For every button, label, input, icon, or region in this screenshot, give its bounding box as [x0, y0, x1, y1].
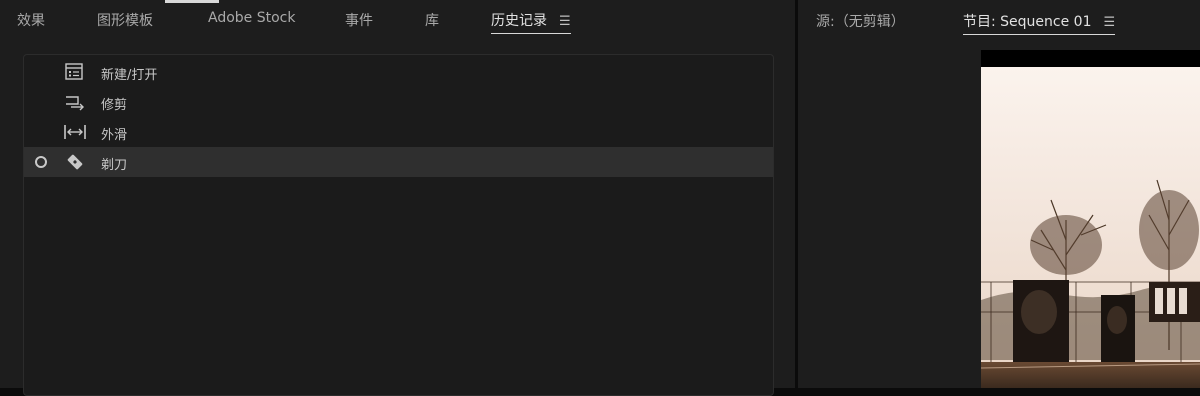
tab-libraries[interactable]: 库 — [425, 10, 439, 33]
tab-graphics-templates[interactable]: 图形模板 — [97, 10, 153, 33]
tab-effects[interactable]: 效果 — [17, 10, 45, 33]
tab-history[interactable]: 历史记录 ☰ — [491, 10, 571, 34]
history-item-label: 修剪 — [101, 98, 128, 113]
history-item-label: 外滑 — [101, 128, 128, 143]
tab-events[interactable]: 事件 — [345, 10, 373, 33]
program-panel-menu-icon[interactable]: ☰ — [1104, 15, 1116, 30]
history-item-slip[interactable]: 外滑 — [24, 117, 773, 147]
current-state-marker — [35, 156, 47, 168]
tab-program-label: 节目: Sequence 01 — [963, 14, 1092, 30]
trim-icon — [63, 93, 87, 111]
history-item-new-open[interactable]: 新建/打开 — [24, 57, 773, 87]
history-item-label: 剃刀 — [101, 158, 128, 173]
tab-program-monitor[interactable]: 节目: Sequence 01 ☰ — [963, 11, 1116, 35]
history-item-trim[interactable]: 修剪 — [24, 87, 773, 117]
slip-icon — [63, 123, 87, 141]
history-item-label: 新建/打开 — [101, 68, 158, 83]
history-panel-group: 效果 图形模板 Adobe Stock 事件 库 历史记录 ☰ 新建/打开 修剪… — [0, 0, 795, 396]
panel-menu-icon[interactable]: ☰ — [559, 14, 571, 29]
left-tab-bar: 效果 图形模板 Adobe Stock 事件 库 历史记录 ☰ — [0, 3, 795, 37]
monitor-panel-group: 源:（无剪辑） 节目: Sequence 01 ☰ — [798, 0, 1200, 388]
new-open-icon — [63, 63, 87, 81]
history-list: 新建/打开 修剪 外滑 剃刀 — [23, 54, 774, 396]
tab-history-label: 历史记录 — [491, 13, 547, 29]
history-item-razor[interactable]: 剃刀 — [24, 147, 773, 177]
razor-icon — [63, 153, 87, 171]
tab-adobe-stock[interactable]: Adobe Stock — [208, 10, 295, 29]
tab-source-monitor[interactable]: 源:（无剪辑） — [816, 11, 905, 34]
program-monitor-video[interactable] — [981, 50, 1200, 388]
